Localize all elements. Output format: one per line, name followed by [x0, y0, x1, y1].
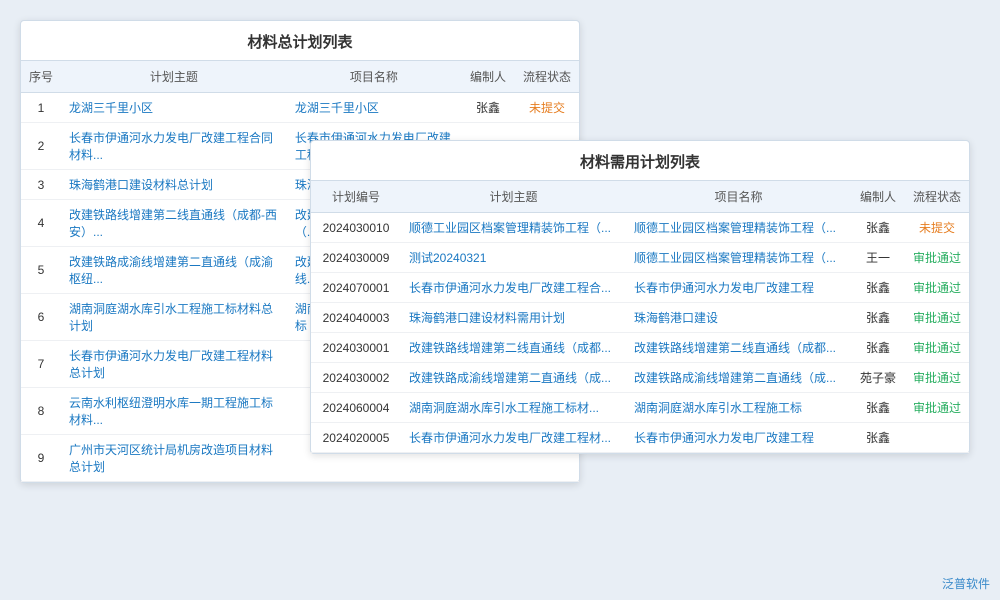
- col-project: 项目名称: [287, 61, 461, 93]
- cell-project[interactable]: 湖南洞庭湖水库引水工程施工标: [626, 393, 851, 423]
- cell-theme[interactable]: 云南水利枢纽澄明水库一期工程施工标材料...: [61, 388, 287, 435]
- cell-theme[interactable]: 顺德工业园区档案管理精装饰工程（...: [401, 213, 626, 243]
- need-plan-header-row: 计划编号 计划主题 项目名称 编制人 流程状态: [311, 181, 969, 213]
- cell-editor: 张鑫: [461, 93, 515, 123]
- cell-theme[interactable]: 改建铁路线增建第二线直通线（成都-西安）...: [61, 200, 287, 247]
- table-row: 2024040003 珠海鹤港口建设材料需用计划 珠海鹤港口建设 张鑫 审批通过: [311, 303, 969, 333]
- cell-status: 未提交: [515, 93, 579, 123]
- cell-theme[interactable]: 改建铁路线增建第二线直通线（成都...: [401, 333, 626, 363]
- cell-status: 审批通过: [905, 303, 969, 333]
- table-row: 2024030002 改建铁路成渝线增建第二直通线（成... 改建铁路成渝线增建…: [311, 363, 969, 393]
- cell-editor: 张鑫: [851, 213, 905, 243]
- cell-code: 2024030002: [311, 363, 401, 393]
- cell-status: 审批通过: [905, 243, 969, 273]
- cell-theme[interactable]: 改建铁路成渝线增建第二直通线（成...: [401, 363, 626, 393]
- cell-theme[interactable]: 龙湖三千里小区: [61, 93, 287, 123]
- cell-editor: 张鑫: [851, 393, 905, 423]
- cell-code: 2024030010: [311, 213, 401, 243]
- need-plan-body: 2024030010 顺德工业园区档案管理精装饰工程（... 顺德工业园区档案管…: [311, 213, 969, 453]
- cell-editor: 张鑫: [851, 423, 905, 453]
- col-num: 序号: [21, 61, 61, 93]
- cell-theme[interactable]: 长春市伊通河水力发电厂改建工程材...: [401, 423, 626, 453]
- table-row: 2024030010 顺德工业园区档案管理精装饰工程（... 顺德工业园区档案管…: [311, 213, 969, 243]
- cell-theme[interactable]: 长春市伊通河水力发电厂改建工程材料总计划: [61, 341, 287, 388]
- cell-theme[interactable]: 珠海鹤港口建设材料总计划: [61, 170, 287, 200]
- col-editor: 编制人: [461, 61, 515, 93]
- table-row: 2024070001 长春市伊通河水力发电厂改建工程合... 长春市伊通河水力发…: [311, 273, 969, 303]
- cell-theme[interactable]: 长春市伊通河水力发电厂改建工程合...: [401, 273, 626, 303]
- cell-status: [905, 423, 969, 453]
- cell-project[interactable]: 龙湖三千里小区: [287, 93, 461, 123]
- need-plan-title: 材料需用计划列表: [311, 141, 969, 181]
- cell-theme[interactable]: 改建铁路成渝线增建第二直通线（成渝枢纽...: [61, 247, 287, 294]
- watermark: 泛普软件: [942, 575, 990, 592]
- cell-theme[interactable]: 测试20240321: [401, 243, 626, 273]
- col-status: 流程状态: [515, 61, 579, 93]
- col-code: 计划编号: [311, 181, 401, 213]
- cell-theme[interactable]: 湖南洞庭湖水库引水工程施工标材料总计划: [61, 294, 287, 341]
- cell-project[interactable]: 顺德工业园区档案管理精装饰工程（...: [626, 243, 851, 273]
- cell-num: 4: [21, 200, 61, 247]
- cell-theme[interactable]: 珠海鹤港口建设材料需用计划: [401, 303, 626, 333]
- cell-project[interactable]: 改建铁路成渝线增建第二直通线（成...: [626, 363, 851, 393]
- cell-editor: 张鑫: [851, 333, 905, 363]
- cell-num: 2: [21, 123, 61, 170]
- cell-code: 2024070001: [311, 273, 401, 303]
- table-row: 2024020005 长春市伊通河水力发电厂改建工程材... 长春市伊通河水力发…: [311, 423, 969, 453]
- table-row: 2024060004 湖南洞庭湖水库引水工程施工标材... 湖南洞庭湖水库引水工…: [311, 393, 969, 423]
- cell-theme[interactable]: 广州市天河区统计局机房改造项目材料总计划: [61, 435, 287, 482]
- total-plan-header-row: 序号 计划主题 项目名称 编制人 流程状态: [21, 61, 579, 93]
- cell-num: 6: [21, 294, 61, 341]
- cell-editor: 张鑫: [851, 303, 905, 333]
- cell-editor: 苑子豪: [851, 363, 905, 393]
- cell-status: 审批通过: [905, 333, 969, 363]
- cell-num: 8: [21, 388, 61, 435]
- cell-code: 2024060004: [311, 393, 401, 423]
- cell-theme[interactable]: 长春市伊通河水力发电厂改建工程合同材料...: [61, 123, 287, 170]
- cell-num: 5: [21, 247, 61, 294]
- cell-theme[interactable]: 湖南洞庭湖水库引水工程施工标材...: [401, 393, 626, 423]
- cell-project[interactable]: 长春市伊通河水力发电厂改建工程: [626, 273, 851, 303]
- cell-num: 9: [21, 435, 61, 482]
- col-theme: 计划主题: [61, 61, 287, 93]
- cell-status: 未提交: [905, 213, 969, 243]
- col-theme2: 计划主题: [401, 181, 626, 213]
- table-row: 2024030009 测试20240321 顺德工业园区档案管理精装饰工程（..…: [311, 243, 969, 273]
- cell-status: 审批通过: [905, 363, 969, 393]
- cell-status: 审批通过: [905, 393, 969, 423]
- cell-code: 2024030001: [311, 333, 401, 363]
- cell-code: 2024020005: [311, 423, 401, 453]
- cell-project[interactable]: 珠海鹤港口建设: [626, 303, 851, 333]
- cell-project[interactable]: 长春市伊通河水力发电厂改建工程: [626, 423, 851, 453]
- col-editor2: 编制人: [851, 181, 905, 213]
- total-plan-title: 材料总计划列表: [21, 21, 579, 61]
- table-row: 2024030001 改建铁路线增建第二线直通线（成都... 改建铁路线增建第二…: [311, 333, 969, 363]
- cell-code: 2024040003: [311, 303, 401, 333]
- col-project2: 项目名称: [626, 181, 851, 213]
- cell-project[interactable]: 顺德工业园区档案管理精装饰工程（...: [626, 213, 851, 243]
- cell-num: 3: [21, 170, 61, 200]
- cell-editor: 张鑫: [851, 273, 905, 303]
- cell-editor: 王一: [851, 243, 905, 273]
- table-row: 1 龙湖三千里小区 龙湖三千里小区 张鑫 未提交: [21, 93, 579, 123]
- need-plan-table: 计划编号 计划主题 项目名称 编制人 流程状态 2024030010 顺德工业园…: [311, 181, 969, 453]
- col-status2: 流程状态: [905, 181, 969, 213]
- need-plan-card: 材料需用计划列表 计划编号 计划主题 项目名称 编制人 流程状态 2024030…: [310, 140, 970, 454]
- cell-num: 1: [21, 93, 61, 123]
- cell-num: 7: [21, 341, 61, 388]
- cell-project[interactable]: 改建铁路线增建第二线直通线（成都...: [626, 333, 851, 363]
- cell-status: 审批通过: [905, 273, 969, 303]
- cell-code: 2024030009: [311, 243, 401, 273]
